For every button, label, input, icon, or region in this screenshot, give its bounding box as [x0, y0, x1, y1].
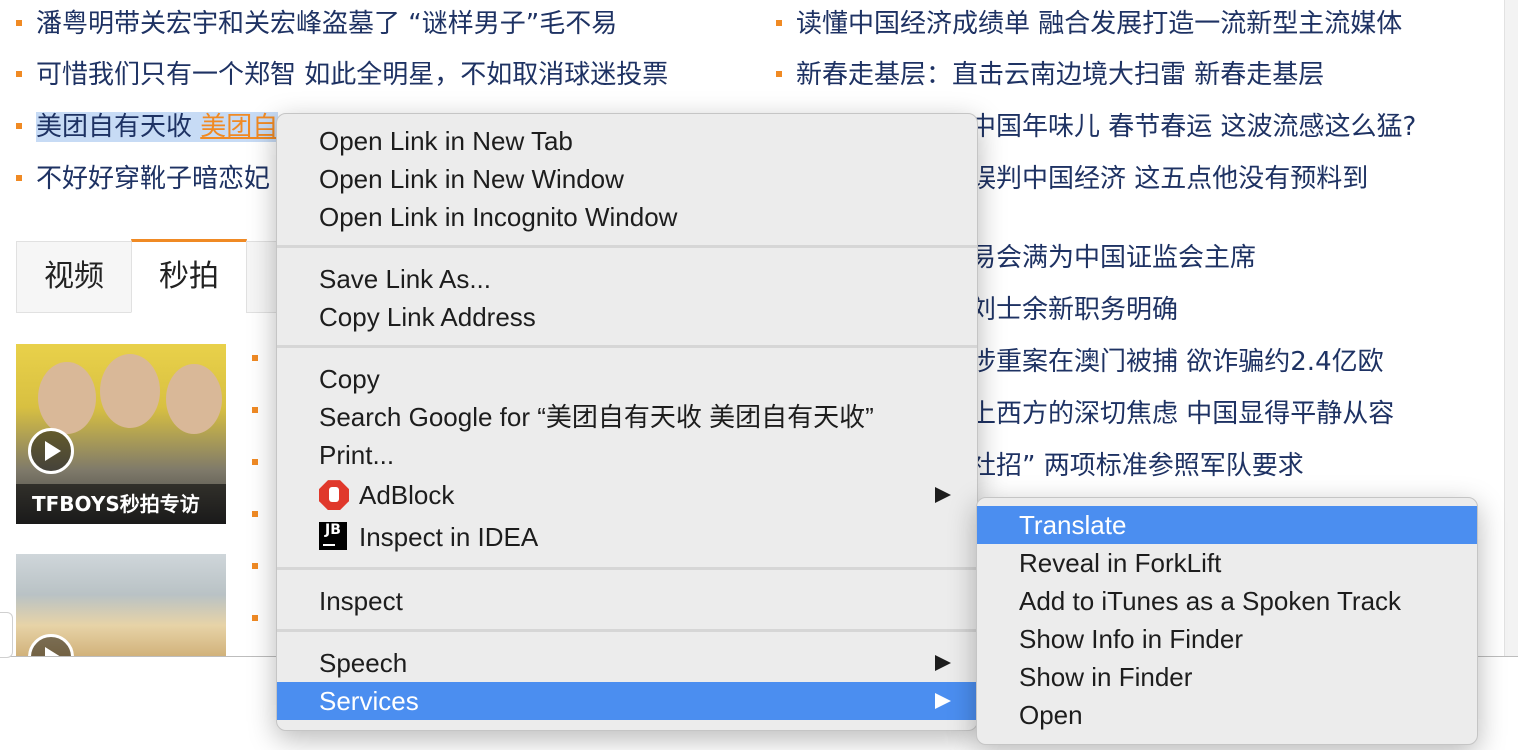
bullet-icon: [252, 407, 258, 413]
news-link[interactable]: 社招” 两项标准参照军队要求: [970, 448, 1304, 484]
news-link[interactable]: 误判中国经济 这五点他没有预料到: [970, 161, 1368, 197]
submenu-reveal-forklift[interactable]: Reveal in ForkLift: [977, 544, 1477, 582]
menu-copy[interactable]: Copy: [277, 360, 977, 398]
menu-speech-label: Speech: [319, 648, 408, 678]
news-link[interactable]: 上西方的深切焦虑 中国显得平静从容: [970, 396, 1394, 432]
menu-inspect-idea[interactable]: JB Inspect in IDEA: [277, 518, 977, 556]
selected-text[interactable]: 美团自有天收: [36, 112, 193, 142]
menu-separator: [277, 245, 977, 248]
person-image: [166, 364, 222, 434]
menu-inspect[interactable]: Inspect: [277, 582, 977, 620]
menu-copy-link-address[interactable]: Copy Link Address: [277, 298, 977, 336]
menu-open-new-tab[interactable]: Open Link in New Tab: [277, 122, 977, 160]
bullet-icon: [776, 19, 782, 26]
selected-link[interactable]: 美团自: [200, 112, 279, 142]
news-link[interactable]: 可惜我们只有一个郑智 如此全明星，不如取消球迷投票: [16, 57, 668, 93]
menu-adblock-label: AdBlock: [359, 480, 455, 510]
video-thumbnail[interactable]: [16, 554, 226, 656]
bullet-icon: [16, 70, 22, 77]
menu-adblock[interactable]: AdBlock: [277, 476, 977, 514]
bullet-icon: [16, 174, 22, 181]
news-link[interactable]: 刘士余新职务明确: [970, 292, 1178, 328]
play-icon[interactable]: [28, 428, 74, 474]
tab-video[interactable]: 视频: [16, 241, 132, 313]
menu-separator: [277, 629, 977, 632]
submenu-add-itunes[interactable]: Add to iTunes as a Spoken Track: [977, 582, 1477, 620]
jetbrains-icon: JB: [319, 522, 347, 551]
menu-search-google[interactable]: Search Google for “美团自有天收 美团自有天收”: [277, 398, 977, 436]
news-link-selected[interactable]: 美团自有天收 美团自: [16, 109, 279, 145]
menu-print[interactable]: Print...: [277, 436, 977, 474]
adblock-icon: [319, 480, 349, 511]
menu-services[interactable]: Services: [277, 682, 977, 720]
side-handle[interactable]: [0, 612, 13, 658]
bullet-icon: [252, 615, 258, 621]
bullet-icon: [16, 122, 22, 129]
menu-services-label: Services: [319, 686, 419, 716]
context-menu: Open Link in New Tab Open Link in New Wi…: [276, 113, 978, 731]
bullet-icon: [252, 511, 258, 517]
video-thumbnail[interactable]: TFBOYS秒拍专访: [16, 344, 226, 524]
news-link[interactable]: 涉重案在澳门被捕 欲诈骗约2.4亿欧: [970, 344, 1384, 380]
bullet-icon: [252, 563, 258, 569]
submenu-arrow-icon: [935, 655, 951, 671]
menu-inspect-idea-label: Inspect in IDEA: [359, 522, 539, 552]
menu-open-incognito[interactable]: Open Link in Incognito Window: [277, 198, 977, 236]
bullet-icon: [252, 459, 258, 465]
menu-separator: [277, 345, 977, 348]
news-link[interactable]: 读懂中国经济成绩单 融合发展打造一流新型主流媒体: [776, 6, 1402, 42]
submenu-show-in-finder[interactable]: Show in Finder: [977, 658, 1477, 696]
news-link[interactable]: 潘粤明带关宏宇和关宏峰盗墓了 “谜样男子”毛不易: [16, 6, 617, 42]
news-link[interactable]: 新春走基层：直击云南边境大扫雷 新春走基层: [776, 57, 1324, 93]
bullet-icon: [16, 19, 22, 26]
person-image: [38, 362, 96, 434]
menu-open-new-window[interactable]: Open Link in New Window: [277, 160, 977, 198]
thumbnail-caption: TFBOYS秒拍专访: [16, 484, 226, 524]
menu-speech[interactable]: Speech: [277, 644, 977, 682]
bullet-icon: [252, 355, 258, 361]
submenu-arrow-icon: [935, 487, 951, 503]
news-link[interactable]: 不好好穿靴子暗恋妃: [16, 161, 270, 197]
tab-miaopai[interactable]: 秒拍: [131, 239, 247, 313]
menu-separator: [277, 567, 977, 570]
submenu-arrow-icon: [935, 693, 951, 709]
menu-save-link-as[interactable]: Save Link As...: [277, 260, 977, 298]
news-link[interactable]: 易会满为中国证监会主席: [970, 240, 1256, 276]
play-icon[interactable]: [28, 634, 74, 656]
submenu-open[interactable]: Open: [977, 696, 1477, 734]
scrollbar[interactable]: [1504, 0, 1518, 656]
services-submenu: Translate Reveal in ForkLift Add to iTun…: [976, 497, 1478, 745]
bullet-icon: [776, 70, 782, 77]
news-link[interactable]: 中国年味儿 春节春运 这波流感这么猛?: [970, 109, 1416, 145]
submenu-translate[interactable]: Translate: [977, 506, 1477, 544]
submenu-show-info-finder[interactable]: Show Info in Finder: [977, 620, 1477, 658]
person-image: [100, 354, 160, 428]
